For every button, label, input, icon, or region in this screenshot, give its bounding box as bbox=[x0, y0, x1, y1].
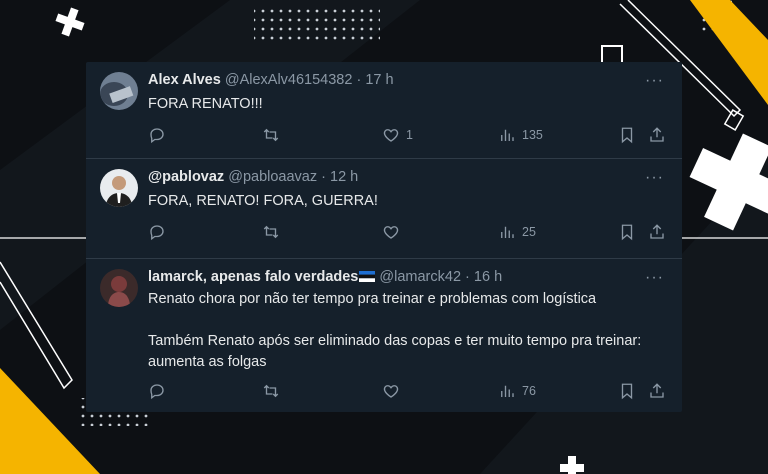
tweet-text: FORA RENATO!!! bbox=[148, 96, 263, 112]
bookmark-icon bbox=[621, 127, 633, 144]
retweet-button[interactable] bbox=[262, 223, 280, 241]
tweet-item[interactable]: lamarck, apenas falo verdades @lamarck42… bbox=[86, 258, 682, 412]
like-button[interactable] bbox=[382, 382, 406, 400]
tweet-text: FORA, RENATO! FORA, GUERRA! bbox=[148, 193, 378, 209]
separator-dot: · bbox=[321, 169, 326, 185]
user-handle[interactable]: @lamarck42 bbox=[379, 269, 461, 285]
heart-icon bbox=[383, 226, 399, 239]
bookmark-button[interactable] bbox=[618, 223, 636, 241]
like-button[interactable]: 1 bbox=[382, 126, 413, 144]
tweet-thread-card: Alex Alves @AlexAlv46154382 · 17 h ··· F… bbox=[86, 62, 682, 412]
bookmark-button[interactable] bbox=[618, 126, 636, 144]
share-icon bbox=[650, 127, 664, 142]
avatar[interactable] bbox=[100, 72, 138, 110]
view-count: 76 bbox=[522, 384, 536, 398]
flag-icon bbox=[359, 271, 376, 282]
more-options-icon[interactable]: ··· bbox=[645, 169, 664, 187]
share-icon bbox=[650, 383, 664, 398]
share-button[interactable] bbox=[648, 223, 666, 241]
retweet-button[interactable] bbox=[262, 126, 280, 144]
view-count: 135 bbox=[522, 128, 543, 142]
like-button[interactable] bbox=[382, 223, 406, 241]
display-name[interactable]: lamarck, apenas falo verdades bbox=[148, 269, 358, 285]
tweet-time[interactable]: 17 h bbox=[365, 72, 393, 88]
tweet-actions: 76 bbox=[148, 382, 668, 402]
bookmark-icon bbox=[621, 383, 633, 400]
share-button[interactable] bbox=[648, 126, 666, 144]
reply-button[interactable] bbox=[148, 126, 166, 144]
separator-dot: · bbox=[465, 269, 470, 285]
tweet-actions: 1 135 bbox=[148, 126, 668, 146]
reply-button[interactable] bbox=[148, 223, 166, 241]
avatar[interactable] bbox=[100, 169, 138, 207]
tweet-item[interactable]: @pablovaz @pabloaavaz · 12 h ··· FORA, R… bbox=[86, 158, 682, 258]
retweet-button[interactable] bbox=[262, 382, 280, 400]
bookmark-button[interactable] bbox=[618, 382, 636, 400]
retweet-icon bbox=[263, 225, 279, 239]
display-name[interactable]: Alex Alves bbox=[148, 72, 221, 88]
reply-icon bbox=[150, 128, 164, 144]
bookmark-icon bbox=[621, 224, 633, 241]
display-name[interactable]: @pablovaz bbox=[148, 169, 224, 185]
heart-icon bbox=[383, 385, 399, 398]
share-icon bbox=[650, 224, 664, 239]
views-chart-icon bbox=[501, 385, 514, 397]
reply-icon bbox=[150, 384, 164, 400]
tweet-text: Renato chora por não ter tempo pra trein… bbox=[148, 291, 642, 370]
heart-icon bbox=[383, 129, 399, 142]
share-button[interactable] bbox=[648, 382, 666, 400]
separator-dot: · bbox=[356, 72, 362, 88]
tweet-time[interactable]: 12 h bbox=[330, 169, 358, 185]
view-count: 25 bbox=[522, 225, 536, 239]
retweet-icon bbox=[263, 384, 279, 398]
tweet-header: @pablovaz @pabloaavaz · 12 h bbox=[148, 169, 358, 185]
tweet-header: lamarck, apenas falo verdades @lamarck42… bbox=[148, 269, 502, 285]
like-count: 1 bbox=[406, 128, 413, 142]
views-button[interactable]: 135 bbox=[498, 126, 543, 144]
more-options-icon[interactable]: ··· bbox=[645, 72, 664, 90]
views-button[interactable]: 76 bbox=[498, 382, 536, 400]
user-handle[interactable]: @AlexAlv46154382 bbox=[225, 72, 353, 88]
views-chart-icon bbox=[501, 226, 514, 238]
reply-icon bbox=[150, 225, 164, 241]
views-chart-icon bbox=[501, 129, 514, 141]
tweet-time[interactable]: 16 h bbox=[474, 269, 502, 285]
tweet-header: Alex Alves @AlexAlv46154382 · 17 h bbox=[148, 72, 394, 88]
more-options-icon[interactable]: ··· bbox=[645, 269, 664, 287]
reply-button[interactable] bbox=[148, 382, 166, 400]
retweet-icon bbox=[263, 128, 279, 142]
views-button[interactable]: 25 bbox=[498, 223, 536, 241]
tweet-item[interactable]: Alex Alves @AlexAlv46154382 · 17 h ··· F… bbox=[86, 62, 682, 158]
tweet-actions: 25 bbox=[148, 223, 668, 243]
avatar[interactable] bbox=[100, 269, 138, 307]
user-handle[interactable]: @pabloaavaz bbox=[228, 169, 317, 185]
